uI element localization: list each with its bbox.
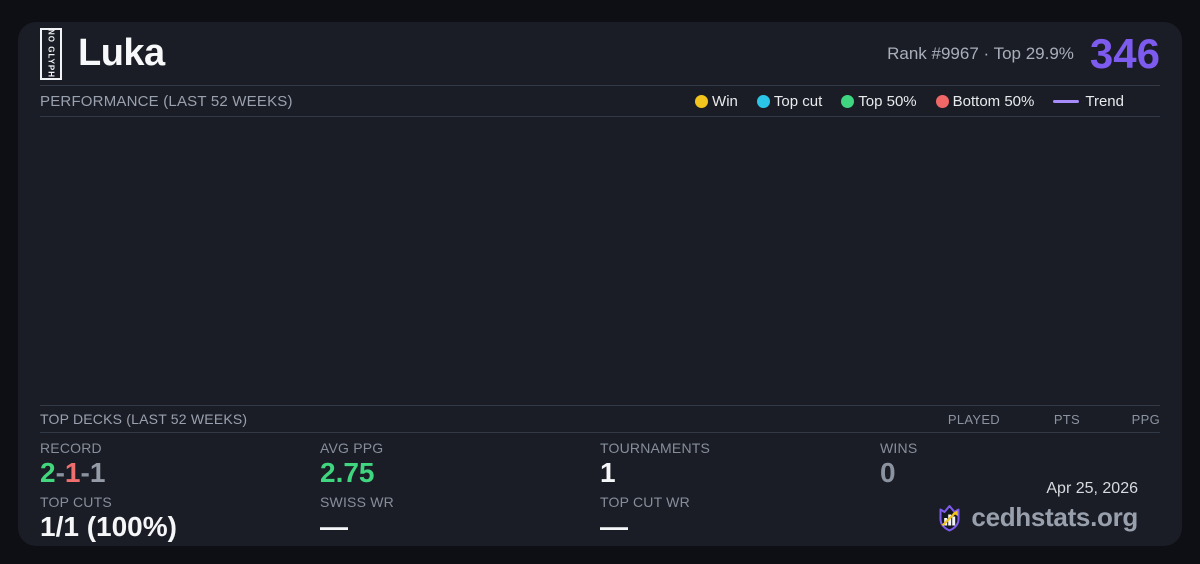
top50-dot-icon [841,95,854,108]
column-header-played: PLAYED [920,412,1000,427]
stat-value-top-cuts: 1/1 (100%) [40,512,320,541]
legend-item-top-cut: Top cut [757,93,822,110]
stat-swiss-wr: SWISS WR — [320,494,600,548]
stat-label: TOP CUTS [40,494,320,510]
legend-item-win: Win [695,93,738,110]
performance-chart [40,117,1160,406]
stat-top-cuts: TOP CUTS 1/1 (100%) [40,494,320,548]
legend-label: Top 50% [858,93,916,110]
performance-header-row: PERFORMANCE (LAST 52 WEEKS) Win Top cut … [40,86,1160,117]
trend-line-icon [1053,100,1079,103]
top-decks-columns: PLAYED PTS PPG [920,412,1160,427]
record-separator: - [56,457,65,488]
stat-value-avg-ppg: 2.75 [320,458,600,487]
legend-label: Win [712,93,738,110]
legend-item-trend: Trend [1053,93,1124,110]
brand-name: cedhstats.org [971,502,1138,533]
win-dot-icon [695,95,708,108]
avatar-placeholder-icon: NO GLYPH [40,28,62,80]
stat-top-cut-wr: TOP CUT WR — [600,494,880,548]
stat-value-record: 2-1-1 [40,458,320,487]
legend-item-bottom50: Bottom 50% [936,93,1035,110]
chart-legend: Win Top cut Top 50% Bottom 50% Trend [695,93,1160,110]
avatar-placeholder-label: NO GLYPH [47,29,56,78]
stat-label: TOP CUT WR [600,494,880,510]
stat-label: WINS [880,440,1160,456]
column-header-ppg: PPG [1080,412,1160,427]
legend-label: Bottom 50% [953,93,1035,110]
stat-label: RECORD [40,440,320,456]
bottom50-dot-icon [936,95,949,108]
stat-value-top-cut-wr: — [600,512,880,541]
rank-text: Rank #9967 · Top 29.9% [887,44,1074,64]
stat-value-tournaments: 1 [600,458,880,487]
stat-record: RECORD 2-1-1 [40,440,320,494]
player-stats-card: NO GLYPH Luka Rank #9967 · Top 29.9% 346… [18,22,1182,546]
player-name: Luka [78,32,165,75]
stat-label: AVG PPG [320,440,600,456]
top-decks-title: TOP DECKS (LAST 52 WEEKS) [40,411,247,427]
stats-section: RECORD 2-1-1 AVG PPG 2.75 TOURNAMENTS 1 … [40,433,1160,545]
card-date: Apr 25, 2026 [936,480,1138,498]
stat-value-swiss-wr: — [320,512,600,541]
legend-label: Top cut [774,93,822,110]
legend-item-top50: Top 50% [841,93,916,110]
brand-row: cedhstats.org [936,502,1138,533]
card-header: NO GLYPH Luka Rank #9967 · Top 29.9% 346 [40,22,1160,86]
record-wins: 2 [40,457,56,488]
points-value: 346 [1090,33,1160,75]
record-losses: 1 [65,457,81,488]
record-draws: 1 [90,457,106,488]
record-separator: - [80,457,89,488]
stat-avg-ppg: AVG PPG 2.75 [320,440,600,494]
stat-label: SWISS WR [320,494,600,510]
stat-label: TOURNAMENTS [600,440,880,456]
top-cut-dot-icon [757,95,770,108]
stat-tournaments: TOURNAMENTS 1 [600,440,880,494]
card-footer: Apr 25, 2026 cedhstats.org [936,480,1138,533]
top-decks-header-row: TOP DECKS (LAST 52 WEEKS) PLAYED PTS PPG [40,406,1160,433]
legend-label: Trend [1085,93,1124,110]
cedhstats-logo-icon [936,503,963,532]
header-right: Rank #9967 · Top 29.9% 346 [887,33,1160,75]
performance-title: PERFORMANCE (LAST 52 WEEKS) [40,93,293,110]
column-header-pts: PTS [1000,412,1080,427]
